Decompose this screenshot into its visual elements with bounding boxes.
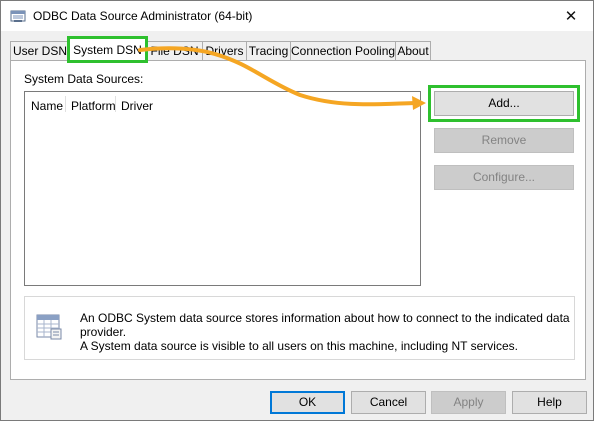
- system-data-sources-list[interactable]: Name Platform Driver: [24, 91, 421, 286]
- column-header-driver[interactable]: Driver: [121, 99, 153, 113]
- tab-file-dsn[interactable]: File DSN: [146, 41, 203, 60]
- info-text-line-2: A System data source is visible to all u…: [80, 339, 518, 353]
- tab-about[interactable]: About: [395, 41, 431, 60]
- add-button[interactable]: Add...: [428, 85, 580, 122]
- database-table-icon: [36, 314, 62, 340]
- close-icon: ✕: [564, 8, 578, 25]
- column-separator[interactable]: [65, 96, 66, 112]
- close-button[interactable]: ✕: [549, 1, 593, 31]
- tab-tracing[interactable]: Tracing: [246, 41, 291, 60]
- column-header-name[interactable]: Name: [31, 99, 63, 113]
- system-dsn-panel: System Data Sources: Name Platform Drive…: [10, 60, 586, 380]
- tab-system-dsn[interactable]: System DSN: [67, 36, 148, 63]
- tab-user-dsn[interactable]: User DSN: [10, 41, 70, 60]
- window-title: ODBC Data Source Administrator (64-bit): [33, 9, 253, 23]
- column-separator[interactable]: [115, 96, 116, 112]
- configure-button[interactable]: Configure...: [434, 165, 574, 190]
- info-box: An ODBC System data source stores inform…: [24, 296, 575, 360]
- column-header-platform[interactable]: Platform: [71, 99, 116, 113]
- odbc-admin-icon: [10, 10, 26, 22]
- tab-connection-pooling[interactable]: Connection Pooling: [290, 41, 396, 60]
- title-bar: ODBC Data Source Administrator (64-bit) …: [1, 1, 593, 31]
- cancel-button[interactable]: Cancel: [351, 391, 426, 414]
- system-data-sources-label: System Data Sources:: [24, 72, 144, 86]
- info-text-line-1: An ODBC System data source stores inform…: [80, 311, 570, 339]
- ok-button[interactable]: OK: [270, 391, 345, 414]
- info-text: An ODBC System data source stores inform…: [80, 311, 574, 353]
- remove-button[interactable]: Remove: [434, 128, 574, 153]
- help-button[interactable]: Help: [512, 391, 587, 414]
- odbc-admin-window: ODBC Data Source Administrator (64-bit) …: [0, 0, 594, 421]
- apply-button[interactable]: Apply: [431, 391, 506, 414]
- tab-drivers[interactable]: Drivers: [202, 41, 247, 60]
